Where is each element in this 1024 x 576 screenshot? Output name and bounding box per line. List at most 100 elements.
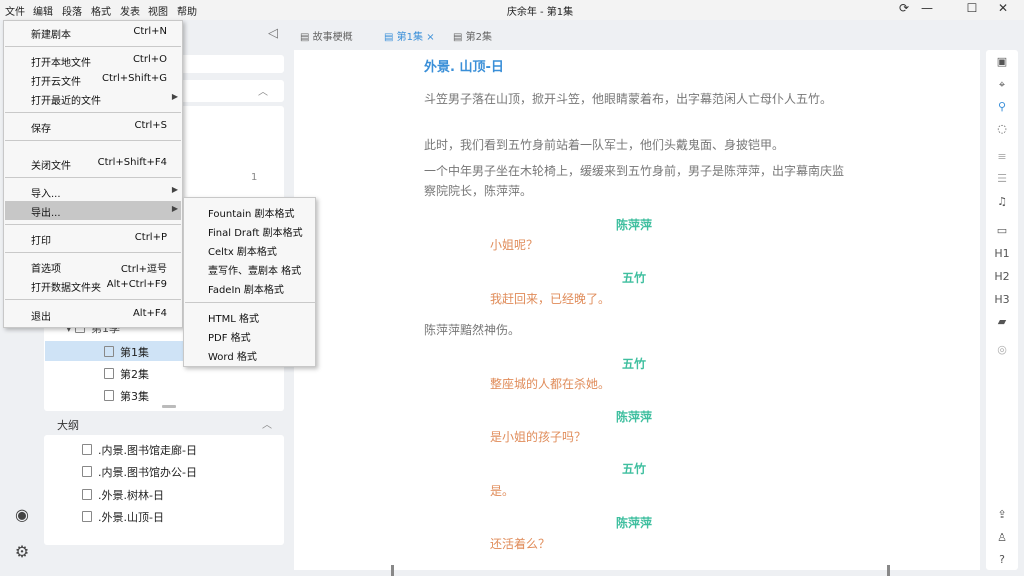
outline-title: 大纲	[57, 419, 79, 432]
menu-item-close-file[interactable]: 关闭文件 Ctrl+Shift+F4	[5, 154, 181, 173]
note-icon[interactable]: ▭	[986, 224, 1018, 237]
close-button[interactable]: ✕	[993, 1, 1013, 15]
menu-item-preferences[interactable]: 首选项 Ctrl+逗号	[5, 257, 181, 276]
scene-icon	[82, 511, 92, 522]
menu-item-open-recent[interactable]: 打开最近的文件 ▶	[5, 89, 181, 108]
tab-bar: ◁ ▤ 故事梗概 ▤ 第1集 × ▤ 第2集	[268, 24, 980, 46]
export-submenu: Fountain 剧本格式 Final Draft 剧本格式 Celtx 剧本格…	[183, 197, 316, 367]
export-html[interactable]: HTML 格式	[208, 310, 259, 325]
dialogue-line: 是小姐的孩子吗？	[490, 430, 587, 444]
export-fountain[interactable]: Fountain 剧本格式	[208, 205, 295, 220]
right-toolbar: ▣ ⌖ ⚲ ◌ ≡ ☰ ♫ ▭ H1 H2 H3 ▰ ◎ ⇪ ♙ ?	[986, 50, 1018, 570]
ruler-right-marker[interactable]	[887, 565, 890, 576]
transition-icon[interactable]: ≡	[986, 150, 1018, 163]
settings-gear-icon[interactable]: ⚙	[12, 542, 32, 562]
tab-episode-1[interactable]: ▤ 第1集 ×	[384, 28, 435, 43]
account-icon[interactable]: ◉	[12, 505, 32, 525]
menu-separator	[5, 299, 181, 300]
resize-handle[interactable]	[162, 405, 176, 408]
character-name: 陈萍萍	[615, 516, 652, 530]
menu-item-open-data-folder[interactable]: 打开数据文件夹 Alt+Ctrl+F9	[5, 276, 181, 295]
menu-separator	[5, 140, 181, 141]
shirt-icon[interactable]: ♙	[986, 531, 1018, 544]
tab-synopsis[interactable]: ▤ 故事梗概	[300, 28, 353, 43]
collapse-chevron-icon[interactable]: ︿	[258, 83, 268, 98]
action-paragraph: 此时，我们看到五竹身前站着一队军士，他们头戴鬼面、身披铠甲。	[424, 138, 785, 152]
export-pdf[interactable]: PDF 格式	[208, 329, 251, 344]
action-paragraph: 斗笠男子落在山顶，掀开斗笠，他眼睛蒙着布，出字幕范闲人亡母仆人五竹。	[424, 92, 833, 106]
menu-item-new-script[interactable]: 新建剧本 Ctrl+N	[5, 23, 181, 42]
export-word[interactable]: Word 格式	[208, 348, 257, 363]
scene-card-icon[interactable]: ▣	[986, 55, 1018, 68]
menu-item-print[interactable]: 打印 Ctrl+P	[5, 229, 181, 248]
heading1-icon[interactable]: H1	[986, 247, 1018, 260]
scene-icon	[82, 489, 92, 500]
tree-episode-1[interactable]: 第1集	[104, 344, 149, 360]
count-badge: 1	[251, 172, 258, 183]
menu-separator	[5, 46, 181, 47]
parenthetical-icon[interactable]: ◌	[986, 122, 1018, 135]
tab-close-icon[interactable]: ×	[426, 32, 434, 43]
menu-item-open-local[interactable]: 打开本地文件 Ctrl+O	[5, 51, 181, 70]
eraser-icon[interactable]: ▰	[986, 315, 1018, 328]
action-paragraph: 一个中年男子坐在木轮椅上，缓缓来到五竹身前，男子是陈萍萍，出字幕南庆监察院院长，…	[424, 164, 845, 198]
outline-item[interactable]: .内景.图书馆办公-日	[82, 464, 197, 480]
dialogue-line: 小姐呢？	[490, 238, 539, 252]
outline-item[interactable]: .外景.树林-日	[82, 487, 164, 503]
maximize-button[interactable]: ☐	[962, 1, 982, 15]
heading3-icon[interactable]: H3	[986, 293, 1018, 306]
tab-episode-2[interactable]: ▤ 第2集	[453, 28, 492, 43]
history-icon[interactable]: ◎	[986, 343, 1018, 356]
menu-item-exit[interactable]: 退出 Alt+F4	[5, 305, 181, 324]
outline-item[interactable]: .内景.图书馆走廊-日	[82, 442, 197, 458]
submenu-arrow-icon: ▶	[171, 185, 178, 194]
menu-separator	[185, 302, 316, 303]
action-paragraph: 陈萍萍黯然神伤。	[424, 323, 521, 337]
dialogue-line: 还活着么？	[490, 537, 551, 551]
menu-item-import[interactable]: 导入... ▶	[5, 182, 181, 201]
character-name: 五竹	[621, 462, 646, 476]
character-name: 陈萍萍	[615, 410, 652, 424]
export-yixiezuo[interactable]: 壹写作、壹剧本 格式	[208, 262, 301, 277]
music-note-icon[interactable]: ♫	[986, 195, 1018, 208]
export-celtx[interactable]: Celtx 剧本格式	[208, 243, 277, 258]
tree-episode-2[interactable]: 第2集	[104, 366, 149, 382]
document-icon	[104, 368, 114, 379]
back-circle-icon[interactable]: ◁	[268, 26, 278, 41]
script-editor[interactable]: 外景. 山顶-日 斗笠男子落在山顶，掀开斗笠，他眼睛蒙着布，出字幕范闲人亡母仆人…	[294, 50, 980, 570]
outline-collapse-icon[interactable]: ︿	[262, 416, 272, 431]
character-name: 五竹	[621, 271, 646, 285]
heading2-icon[interactable]: H2	[986, 270, 1018, 283]
export-fadein[interactable]: FadeIn 剧本格式	[208, 281, 284, 296]
outline-item[interactable]: .外景.山顶-日	[82, 509, 164, 525]
character-name: 陈萍萍	[615, 218, 652, 232]
scene-icon	[82, 466, 92, 477]
menu-item-open-cloud[interactable]: 打开云文件 Ctrl+Shift+G	[5, 70, 181, 89]
minimize-button[interactable]: —	[917, 1, 937, 15]
menu-item-save[interactable]: 保存 Ctrl+S	[5, 117, 181, 136]
outline-header: 大纲 ︿	[44, 412, 284, 434]
document-icon	[104, 390, 114, 401]
help-icon[interactable]: ?	[986, 553, 1018, 566]
document-icon	[104, 346, 114, 357]
menu-item-export[interactable]: 导出... ▶	[5, 201, 181, 220]
menu-separator	[5, 224, 181, 225]
character-run-icon[interactable]: ⚲	[986, 100, 1018, 113]
menu-bar: 文件 编辑 段落 格式 发表 视图 帮助 庆余年 - 第1集 ⟳ — ☐ ✕	[0, 0, 1024, 20]
sync-icon[interactable]: ⟳	[894, 1, 914, 15]
menu-separator	[5, 177, 181, 178]
scene-heading: 外景. 山顶-日	[424, 60, 504, 75]
shot-icon[interactable]: ☰	[986, 172, 1018, 185]
dialogue-line: 是。	[490, 484, 515, 498]
tree-episode-3[interactable]: 第3集	[104, 388, 149, 404]
export-final-draft[interactable]: Final Draft 剧本格式	[208, 224, 303, 239]
submenu-arrow-icon: ▶	[171, 92, 178, 101]
dialogue-line: 我赶回来，已经晚了。	[490, 292, 611, 306]
share-icon[interactable]: ⇪	[986, 508, 1018, 521]
page-ruler	[391, 565, 891, 576]
dialogue-line: 整座城的人都在杀她。	[490, 377, 611, 391]
character-name: 五竹	[621, 357, 646, 371]
file-menu-dropdown: 新建剧本 Ctrl+N 打开本地文件 Ctrl+O 打开云文件 Ctrl+Shift+…	[3, 20, 183, 328]
ruler-left-marker[interactable]	[391, 565, 394, 576]
location-pin-icon[interactable]: ⌖	[986, 78, 1018, 92]
